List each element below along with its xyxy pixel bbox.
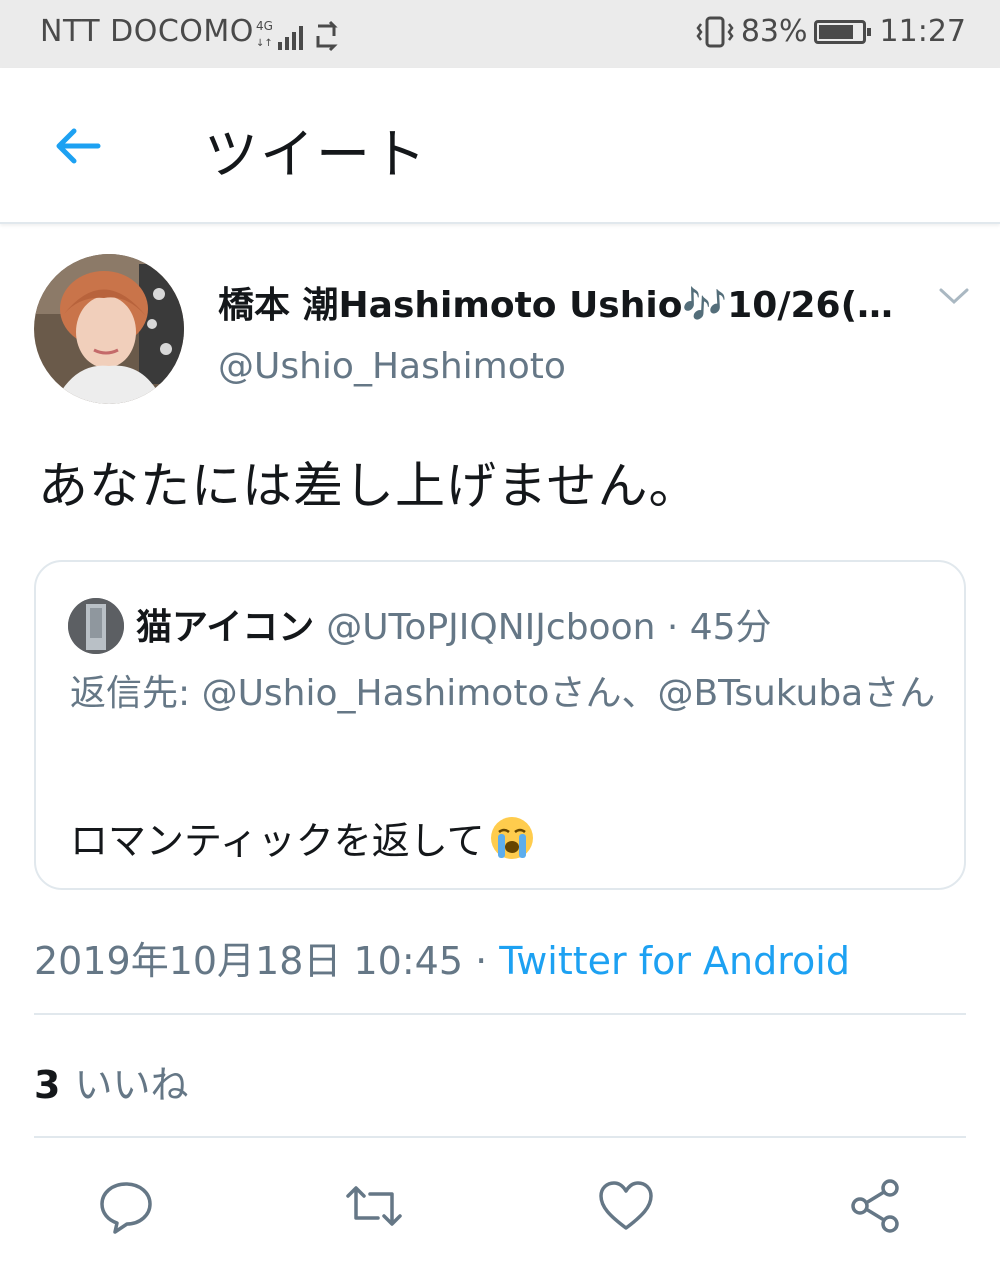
quoted-avatar [68, 598, 124, 654]
quoted-text-row: ロマンティックを返して [70, 810, 535, 865]
quoted-tweet-card[interactable]: 猫アイコン @UToPJIQNIJcboon · 45分 返信先: @Ushio_… [34, 560, 966, 890]
quoted-display-name: 猫アイコン [136, 607, 315, 648]
meta-separator: · [463, 939, 500, 983]
quoted-text: ロマンティックを返して [70, 819, 485, 863]
battery-percent: 83% [740, 14, 808, 49]
status-bar: NTT DOCOMO 4G ↓↑ 83% 11:27 [0, 0, 1000, 68]
tweet-meta: 2019年10月18日 10:45 · Twitter for Android [34, 930, 850, 985]
likes-count-row[interactable]: 3 いいね [34, 1054, 188, 1109]
quoted-author: 猫アイコン @UToPJIQNIJcboon · 45分 [136, 598, 772, 650]
crying-face-icon [490, 816, 533, 859]
chevron-down-icon[interactable] [938, 284, 970, 308]
carrier-name: NTT DOCOMO [40, 14, 254, 49]
author-avatar[interactable] [34, 254, 184, 404]
top-app-bar: ツイート [0, 68, 1000, 224]
divider [34, 1136, 966, 1138]
quoted-reply-to: 返信先: @Ushio_Hashimotoさん、@BTsukubaさん [70, 673, 936, 714]
signal-icon: 4G ↓↑ [256, 19, 338, 52]
battery-icon [813, 19, 871, 44]
vibrate-icon [696, 16, 734, 47]
tweet-source-link[interactable]: Twitter for Android [499, 939, 850, 983]
likes-count: 3 [34, 1063, 61, 1107]
reply-icon[interactable] [96, 1176, 156, 1236]
svg-text:↓↑: ↓↑ [256, 38, 273, 49]
share-icon[interactable] [846, 1176, 906, 1236]
tweet-timestamp: 2019年10月18日 10:45 [34, 939, 464, 983]
status-right: 83% 11:27 [695, 14, 966, 49]
retweet-icon[interactable] [344, 1176, 404, 1236]
heart-icon[interactable] [596, 1176, 656, 1236]
page-title: ツイート [204, 123, 428, 186]
network-type: 4G [256, 19, 273, 33]
likes-label: いいね [74, 1063, 189, 1107]
tweet-text: あなたには差し上げません。 [38, 457, 700, 515]
author-handle[interactable]: @Ushio_Hashimoto [218, 346, 566, 387]
quoted-handle-time: @UToPJIQNIJcboon · 45分 [326, 607, 772, 648]
back-arrow-icon[interactable] [52, 120, 104, 172]
author-display-name[interactable]: 橋本 潮Hashimoto Ushio🎶10/26(… [218, 276, 893, 328]
divider [34, 1013, 966, 1015]
clock: 11:27 [879, 14, 966, 49]
